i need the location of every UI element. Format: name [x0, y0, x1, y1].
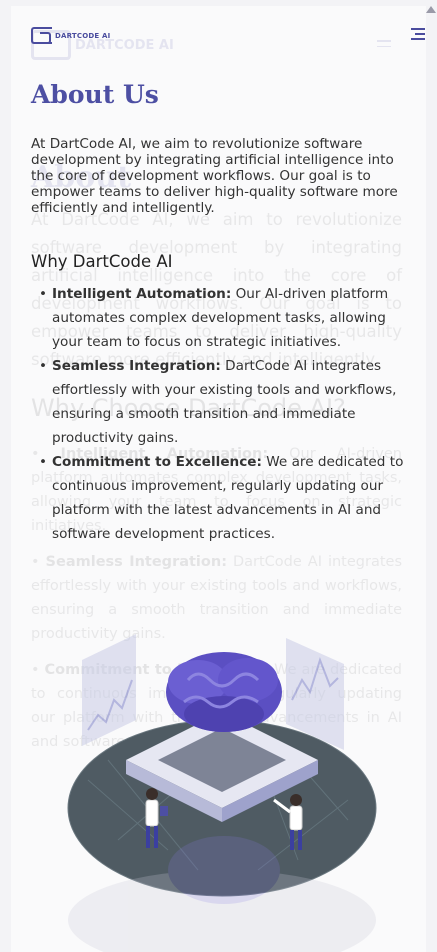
- ai-brain-illustration: [67, 634, 377, 952]
- left-chart-panel-icon: [82, 634, 136, 746]
- page-title: About Us: [31, 80, 159, 109]
- feature-item: Commitment to Excellence: We are dedicat…: [31, 450, 415, 546]
- feature-title: Commitment to Excellence:: [52, 454, 262, 470]
- hamburger-icon: [411, 28, 425, 30]
- feature-title: Intelligent Automation:: [52, 286, 232, 302]
- logo-mark-icon: [31, 27, 52, 44]
- brain-icon: [166, 652, 282, 732]
- why-heading: Why DartCode AI: [31, 252, 173, 271]
- feature-item: Seamless Integration: DartCode AI integr…: [31, 354, 415, 450]
- about-intro: At DartCode AI, we aim to revolutionize …: [31, 136, 398, 216]
- menu-button[interactable]: [411, 28, 425, 40]
- feature-title: Seamless Integration:: [52, 358, 221, 374]
- feature-list: Intelligent Automation: Our AI-driven pl…: [31, 282, 415, 546]
- logo-text: DARTCODE AI: [55, 31, 111, 40]
- feature-item: Intelligent Automation: Our AI-driven pl…: [31, 282, 415, 354]
- scroll-up-arrow-icon[interactable]: [426, 6, 436, 13]
- scrollbar[interactable]: [425, 0, 437, 952]
- logo[interactable]: DARTCODE AI: [31, 27, 110, 44]
